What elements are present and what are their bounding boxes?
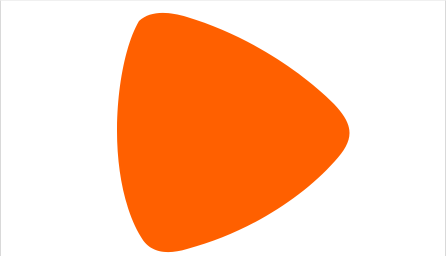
zalando-logo-icon (117, 12, 350, 253)
logo-shape (117, 12, 350, 253)
image-frame (0, 0, 446, 256)
logo-container (1, 1, 446, 257)
